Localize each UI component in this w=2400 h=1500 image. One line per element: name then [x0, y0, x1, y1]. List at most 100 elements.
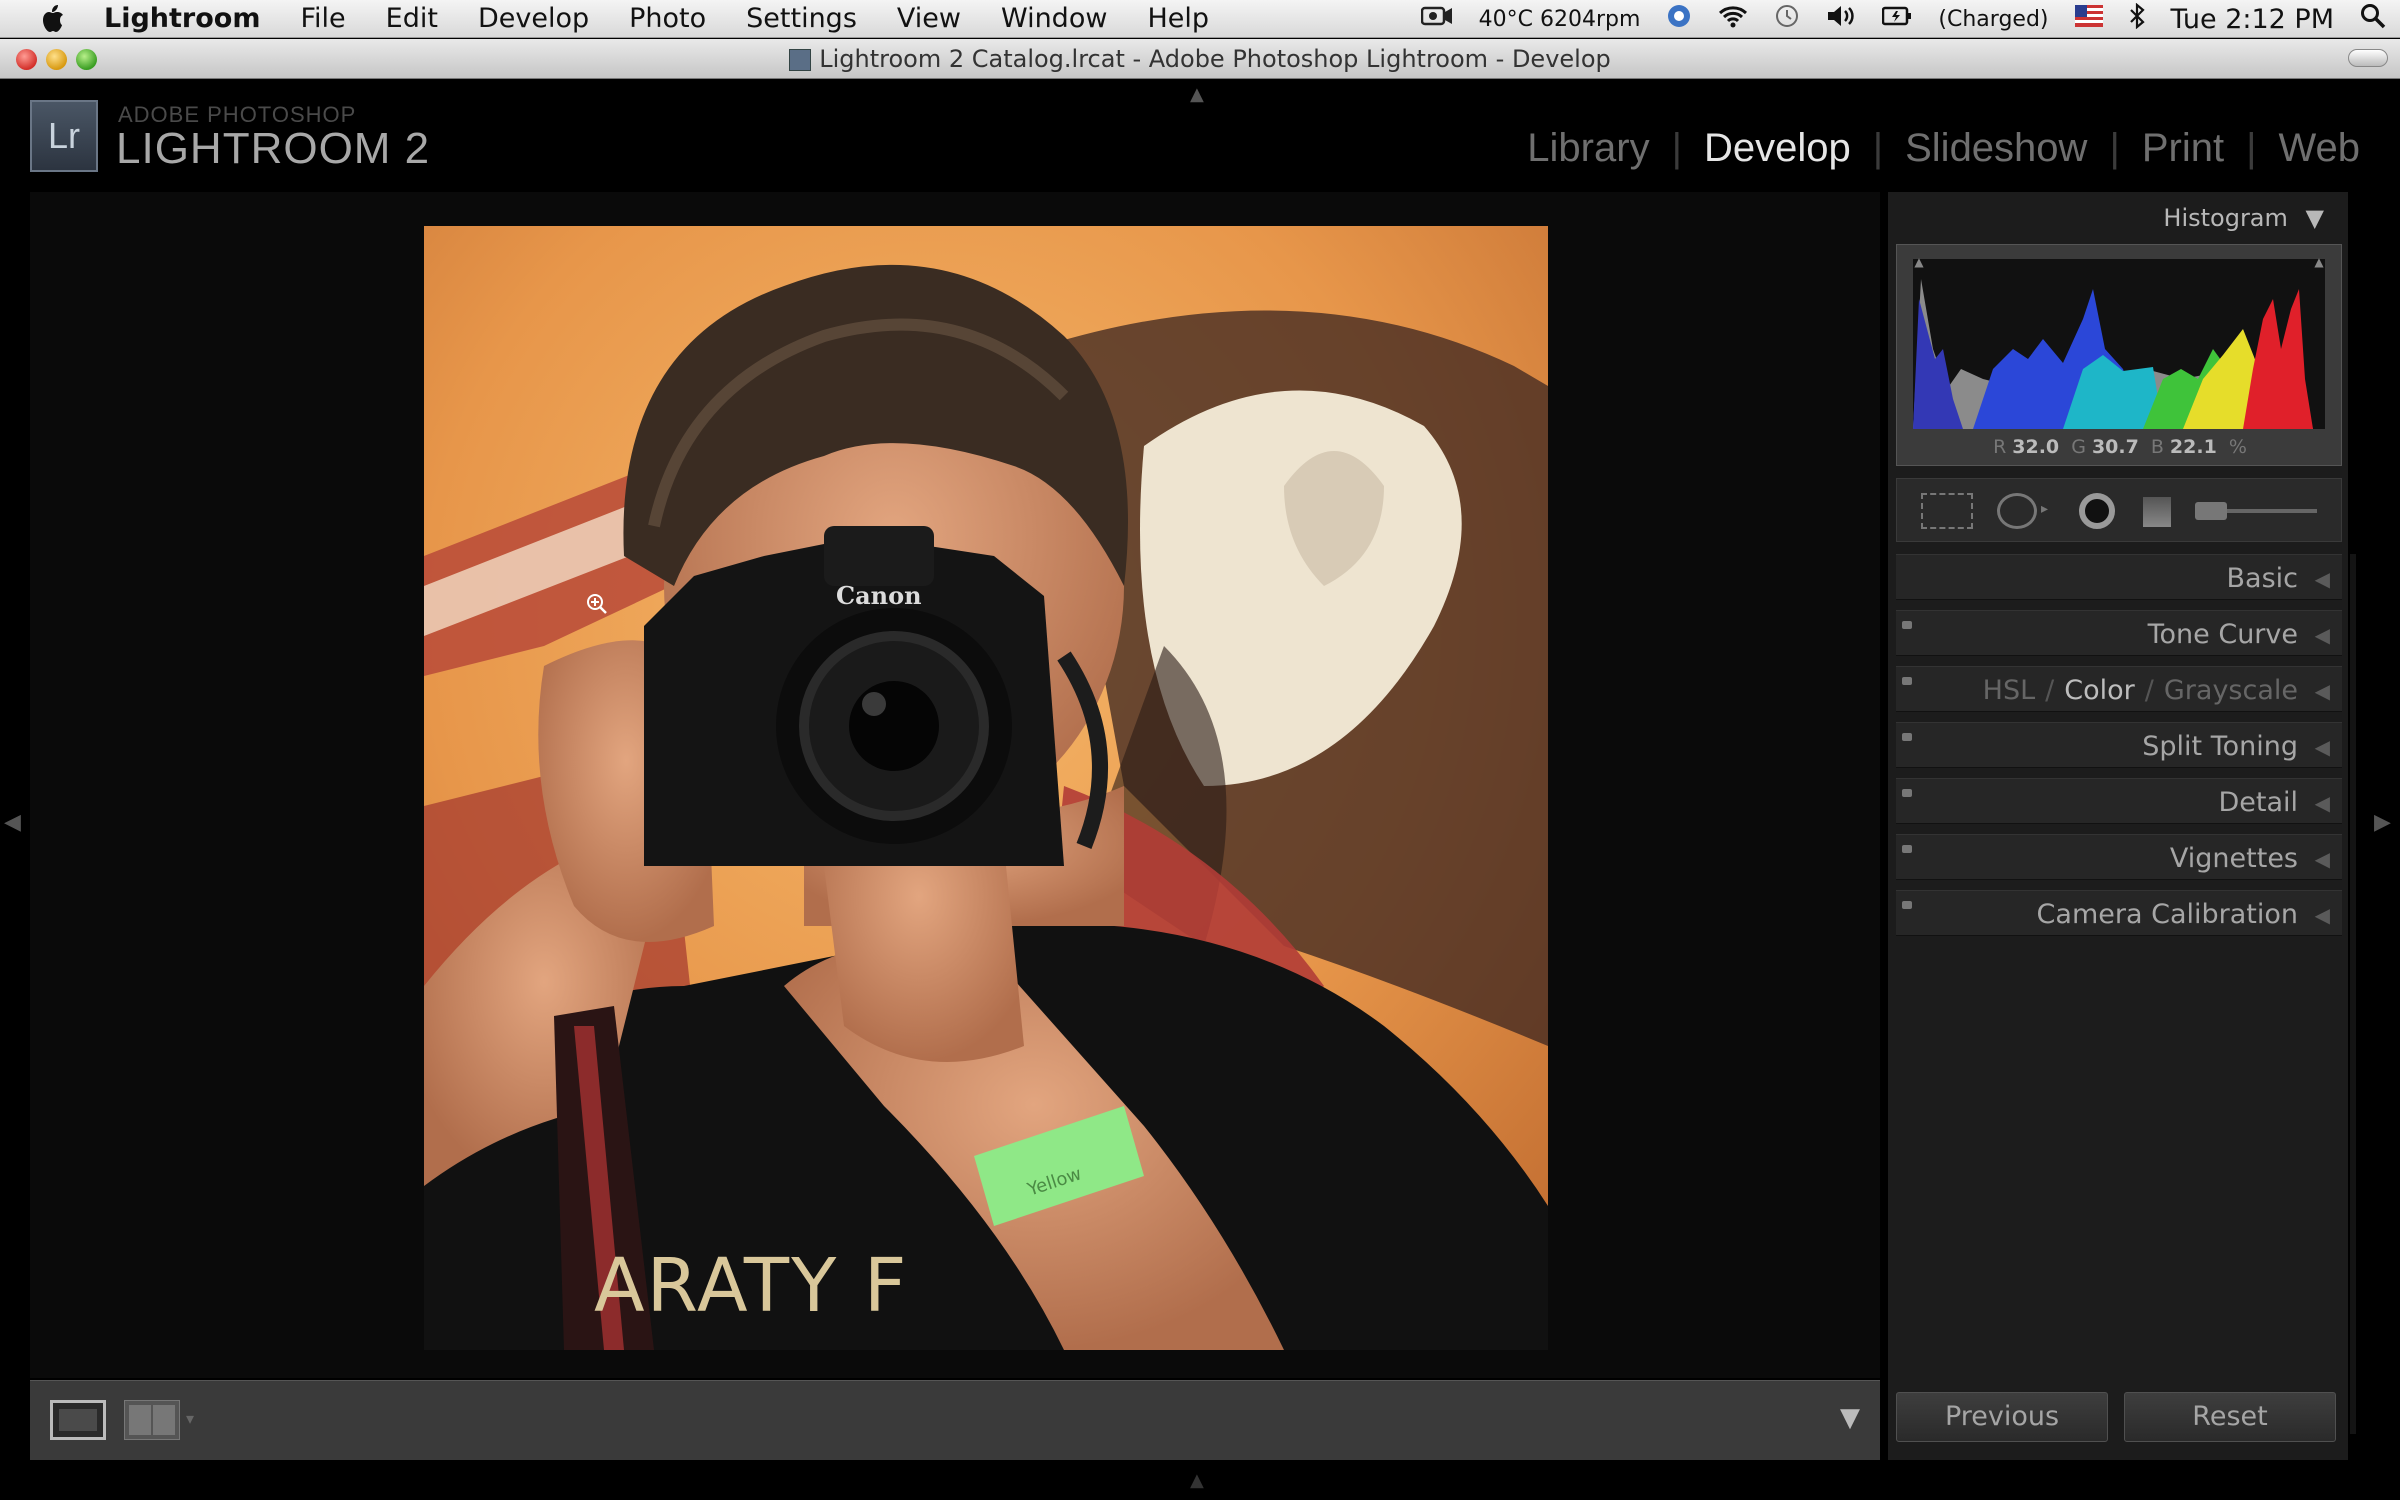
- camera-brand-text: Canon: [836, 581, 922, 610]
- red-value: 32.0: [2012, 436, 2060, 458]
- tab-grayscale[interactable]: Grayscale: [2164, 675, 2298, 706]
- develop-bottom-buttons: Previous Reset: [1896, 1392, 2342, 1460]
- battery-icon[interactable]: [1882, 5, 1912, 33]
- bottom-toolbar: ▾ ▼: [30, 1380, 1880, 1460]
- sync-icon[interactable]: [1666, 3, 1692, 35]
- green-value: 30.7: [2091, 436, 2139, 458]
- panel-hsl-title: HSL / Color / Grayscale: [1983, 675, 2298, 706]
- menu-help[interactable]: Help: [1127, 3, 1229, 34]
- module-web[interactable]: Web: [2278, 126, 2360, 171]
- window-minimize-button[interactable]: [46, 49, 67, 70]
- hsl-separator: /: [2045, 675, 2055, 706]
- before-half-icon: [129, 1405, 151, 1435]
- expand-triangle-icon: ◀: [2314, 679, 2330, 703]
- menu-develop[interactable]: Develop: [458, 3, 609, 34]
- toolbar-content-menu-icon[interactable]: ▼: [1840, 1403, 1860, 1433]
- battery-status: (Charged): [1938, 6, 2049, 32]
- panel-detail[interactable]: Detail ◀: [1896, 778, 2342, 824]
- volume-icon[interactable]: [1826, 4, 1856, 34]
- expand-triangle-icon: ◀: [2314, 791, 2330, 815]
- menu-edit[interactable]: Edit: [366, 3, 458, 34]
- expand-triangle-icon: ◀: [2314, 903, 2330, 927]
- histogram-readout: R 32.0 G 30.7 B 22.1 %: [1897, 436, 2343, 458]
- develop-tool-strip: ▸: [1896, 478, 2342, 542]
- right-panel-toggle-arrow[interactable]: ▶: [2374, 810, 2391, 835]
- hsl-separator: /: [2144, 675, 2154, 706]
- tab-hsl[interactable]: HSL: [1983, 675, 2035, 706]
- temperature-fan-readout[interactable]: 40°C 6204rpm: [1479, 7, 1641, 32]
- panel-enable-switch[interactable]: [1902, 789, 1912, 797]
- panel-enable-switch[interactable]: [1902, 733, 1912, 741]
- before-after-button[interactable]: [124, 1400, 180, 1440]
- shadow-clipping-indicator-icon[interactable]: ▲: [1911, 255, 1927, 269]
- menu-window[interactable]: Window: [981, 3, 1127, 34]
- status-area: 40°C 6204rpm (Charged) Tue 2:12 PM: [1420, 0, 2386, 38]
- image-view[interactable]: Canon Yellow ARATY F: [30, 192, 1880, 1378]
- clock[interactable]: Tue 2:12 PM: [2171, 4, 2335, 35]
- menu-file[interactable]: File: [280, 3, 365, 34]
- panel-basic[interactable]: Basic ◀: [1896, 554, 2342, 600]
- module-library[interactable]: Library: [1527, 126, 1649, 171]
- flag-us-icon[interactable]: [2074, 5, 2103, 33]
- red-eye-correction-tool-icon[interactable]: [2079, 493, 2115, 529]
- panel-hsl-color-grayscale[interactable]: HSL / Color / Grayscale ◀: [1896, 666, 2342, 712]
- filmstrip-toggle-arrow[interactable]: ▲: [1190, 1470, 1204, 1491]
- expand-triangle-icon: ◀: [2314, 847, 2330, 871]
- module-separator: |: [1872, 126, 1884, 170]
- panel-tone-curve[interactable]: Tone Curve ◀: [1896, 610, 2342, 656]
- window-zoom-button[interactable]: [76, 49, 97, 70]
- panel-enable-switch[interactable]: [1902, 677, 1912, 685]
- crop-overlay-tool-icon[interactable]: [1921, 493, 1973, 529]
- adjustment-brush-tool-icon[interactable]: [2195, 502, 2317, 520]
- photo-preview[interactable]: Canon Yellow ARATY F: [424, 226, 1548, 1350]
- before-after-options-arrow[interactable]: ▾: [186, 1409, 194, 1428]
- menu-settings[interactable]: Settings: [726, 3, 877, 34]
- spot-removal-options-arrow[interactable]: ▸: [2041, 501, 2048, 517]
- screen-record-icon[interactable]: [1420, 5, 1453, 33]
- module-develop[interactable]: Develop: [1704, 126, 1851, 171]
- spotlight-search-icon[interactable]: [2360, 3, 2386, 35]
- window-close-button[interactable]: [16, 49, 37, 70]
- wifi-icon[interactable]: [1718, 4, 1748, 34]
- panel-vignettes[interactable]: Vignettes ◀: [1896, 834, 2342, 880]
- previous-button[interactable]: Previous: [1896, 1392, 2108, 1442]
- identity-plate-main: LIGHTROOM 2: [116, 124, 431, 173]
- collapse-triangle-icon: ▼: [2305, 204, 2324, 232]
- time-machine-icon[interactable]: [1774, 3, 1800, 35]
- window-title-bar: Lightroom 2 Catalog.lrcat - Adobe Photos…: [0, 39, 2400, 79]
- menu-photo[interactable]: Photo: [609, 3, 726, 34]
- apple-menu-icon[interactable]: [38, 3, 68, 35]
- histogram-header[interactable]: Histogram ▼: [2163, 204, 2324, 232]
- lightroom-logo-icon: Lr: [30, 100, 98, 172]
- tab-color[interactable]: Color: [2064, 675, 2135, 706]
- module-slideshow[interactable]: Slideshow: [1905, 126, 2087, 171]
- left-panel-toggle-arrow[interactable]: ◀: [4, 810, 21, 835]
- photo-image: Canon Yellow ARATY F: [424, 226, 1548, 1350]
- window-title: Lightroom 2 Catalog.lrcat - Adobe Photos…: [819, 45, 1611, 73]
- graduated-filter-tool-icon[interactable]: [2143, 497, 2171, 527]
- panel-split-toning[interactable]: Split Toning ◀: [1896, 722, 2342, 768]
- highlight-clipping-indicator-icon[interactable]: ▲: [2311, 255, 2327, 269]
- panel-camera-calibration[interactable]: Camera Calibration ◀: [1896, 890, 2342, 936]
- panel-enable-switch[interactable]: [1902, 845, 1912, 853]
- panel-detail-title: Detail: [2218, 787, 2298, 818]
- menu-view[interactable]: View: [877, 3, 981, 34]
- histogram-chart[interactable]: [1913, 259, 2325, 429]
- bluetooth-icon[interactable]: [2129, 2, 2145, 35]
- spot-removal-tool-icon[interactable]: [1997, 493, 2037, 529]
- app-menu-lightroom[interactable]: Lightroom: [98, 3, 280, 34]
- green-label: G: [2071, 436, 2086, 458]
- module-picker: Library | Develop | Slideshow | Print | …: [1527, 126, 2360, 171]
- top-panel-toggle-arrow[interactable]: ▲: [1190, 84, 1204, 105]
- module-print[interactable]: Print: [2142, 126, 2224, 171]
- panel-enable-switch[interactable]: [1902, 901, 1912, 909]
- blue-label: B: [2150, 436, 2164, 458]
- reset-button[interactable]: Reset: [2124, 1392, 2336, 1442]
- after-half-icon: [153, 1405, 175, 1435]
- toolbar-toggle-button[interactable]: [2348, 49, 2388, 67]
- right-panel-scrollbar[interactable]: [2350, 554, 2356, 1434]
- catalog-document-icon: [789, 49, 812, 71]
- panel-enable-switch[interactable]: [1902, 621, 1912, 629]
- loupe-view-button[interactable]: [50, 1400, 106, 1440]
- module-separator: |: [2109, 126, 2120, 170]
